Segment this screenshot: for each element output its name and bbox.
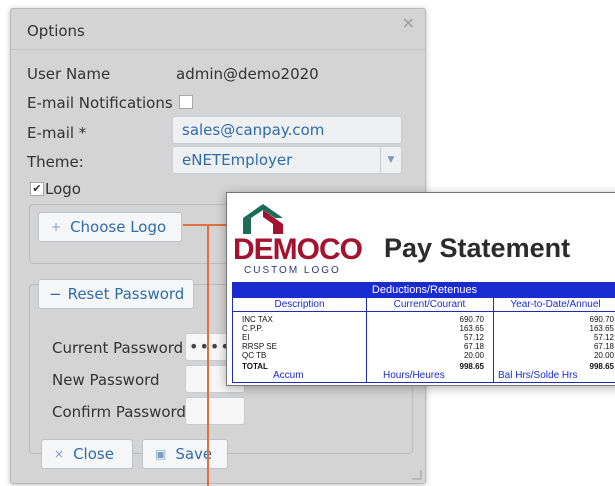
- row-desc: C.P.P.: [242, 324, 264, 333]
- theme-label: Theme:: [27, 153, 84, 171]
- save-button[interactable]: ▣ Save: [142, 439, 228, 469]
- close-icon: ×: [54, 447, 65, 461]
- statement-title: Pay Statement: [384, 233, 571, 263]
- header-divider: [233, 311, 615, 312]
- row-current: 690.70: [459, 315, 484, 324]
- close-button[interactable]: × Close: [41, 439, 133, 469]
- deductions-table-title: Deductions/Retenues: [233, 283, 615, 298]
- minus-icon: −: [49, 285, 62, 303]
- logo-name: DEMOCO: [233, 233, 363, 266]
- reset-password-button[interactable]: − Reset Password: [38, 279, 194, 309]
- new-password-label: New Password: [52, 371, 160, 389]
- footer-hours: Hours/Heures: [383, 370, 445, 381]
- theme-select[interactable]: eNETEmployer ▼: [172, 146, 402, 174]
- row-desc: INC TAX: [242, 315, 273, 324]
- connector-line-horizontal: [183, 224, 228, 226]
- row-ytd: 67.18: [593, 342, 614, 351]
- reset-password-label: Reset Password: [67, 285, 185, 303]
- logo-checkbox[interactable]: ✔: [30, 182, 44, 196]
- choose-logo-button[interactable]: + Choose Logo: [38, 212, 182, 242]
- email-field[interactable]: sales@canpay.com: [172, 116, 402, 144]
- row-current: 67.18: [463, 342, 484, 351]
- dialog-header: Options ×: [11, 9, 425, 50]
- col-ytd: Year-to-Date/Annuel: [510, 299, 601, 310]
- save-icon: ▣: [155, 447, 167, 461]
- dialog-close-icon[interactable]: ×: [402, 13, 415, 32]
- username-value: admin@demo2020: [176, 65, 319, 83]
- row-current: 57.12: [463, 333, 484, 342]
- logo-label: Logo: [45, 180, 81, 198]
- pay-statement-card: DEMOCO CUSTOM LOGO Pay Statement Deducti…: [226, 192, 615, 386]
- row-desc: QC TB: [242, 351, 267, 360]
- deductions-table: Deductions/Retenues Description Current/…: [232, 282, 615, 383]
- row-ytd: 690.70: [589, 315, 614, 324]
- democo-logo-icon: [243, 204, 283, 234]
- plus-icon: +: [51, 220, 62, 234]
- confirm-password-field[interactable]: [185, 397, 245, 425]
- row-desc: EI: [242, 333, 250, 342]
- col-current: Current/Courant: [393, 299, 466, 310]
- resize-grip-icon[interactable]: [412, 470, 422, 480]
- notifications-checkbox[interactable]: [179, 95, 193, 109]
- row-ytd: 163.65: [589, 324, 614, 333]
- chevron-down-icon[interactable]: ▼: [380, 147, 401, 173]
- row-ytd: 20.00: [593, 351, 614, 360]
- row-current: 163.65: [459, 324, 484, 333]
- dialog-title: Options: [27, 22, 85, 40]
- choose-logo-label: Choose Logo: [70, 218, 167, 236]
- row-desc: RRSP SE: [242, 342, 277, 351]
- row-ytd: 57.12: [593, 333, 614, 342]
- theme-select-value: eNETEmployer: [182, 151, 293, 169]
- email-label: E-mail *: [27, 124, 87, 142]
- connector-line-vertical: [207, 224, 209, 486]
- row-current: 20.00: [463, 351, 484, 360]
- col-description: Description: [274, 299, 325, 310]
- total-label: TOTAL: [242, 362, 268, 371]
- current-password-label: Current Password: [52, 339, 184, 357]
- footer-accum: Accum: [273, 370, 304, 381]
- confirm-password-label: Confirm Password: [52, 403, 186, 421]
- logo-subtitle: CUSTOM LOGO: [244, 265, 341, 276]
- notifications-label: E-mail Notifications: [27, 94, 173, 112]
- footer-balance-hours: Bal Hrs/Solde Hrs: [498, 370, 578, 381]
- close-button-label: Close: [73, 445, 114, 463]
- username-label: User Name: [27, 65, 111, 83]
